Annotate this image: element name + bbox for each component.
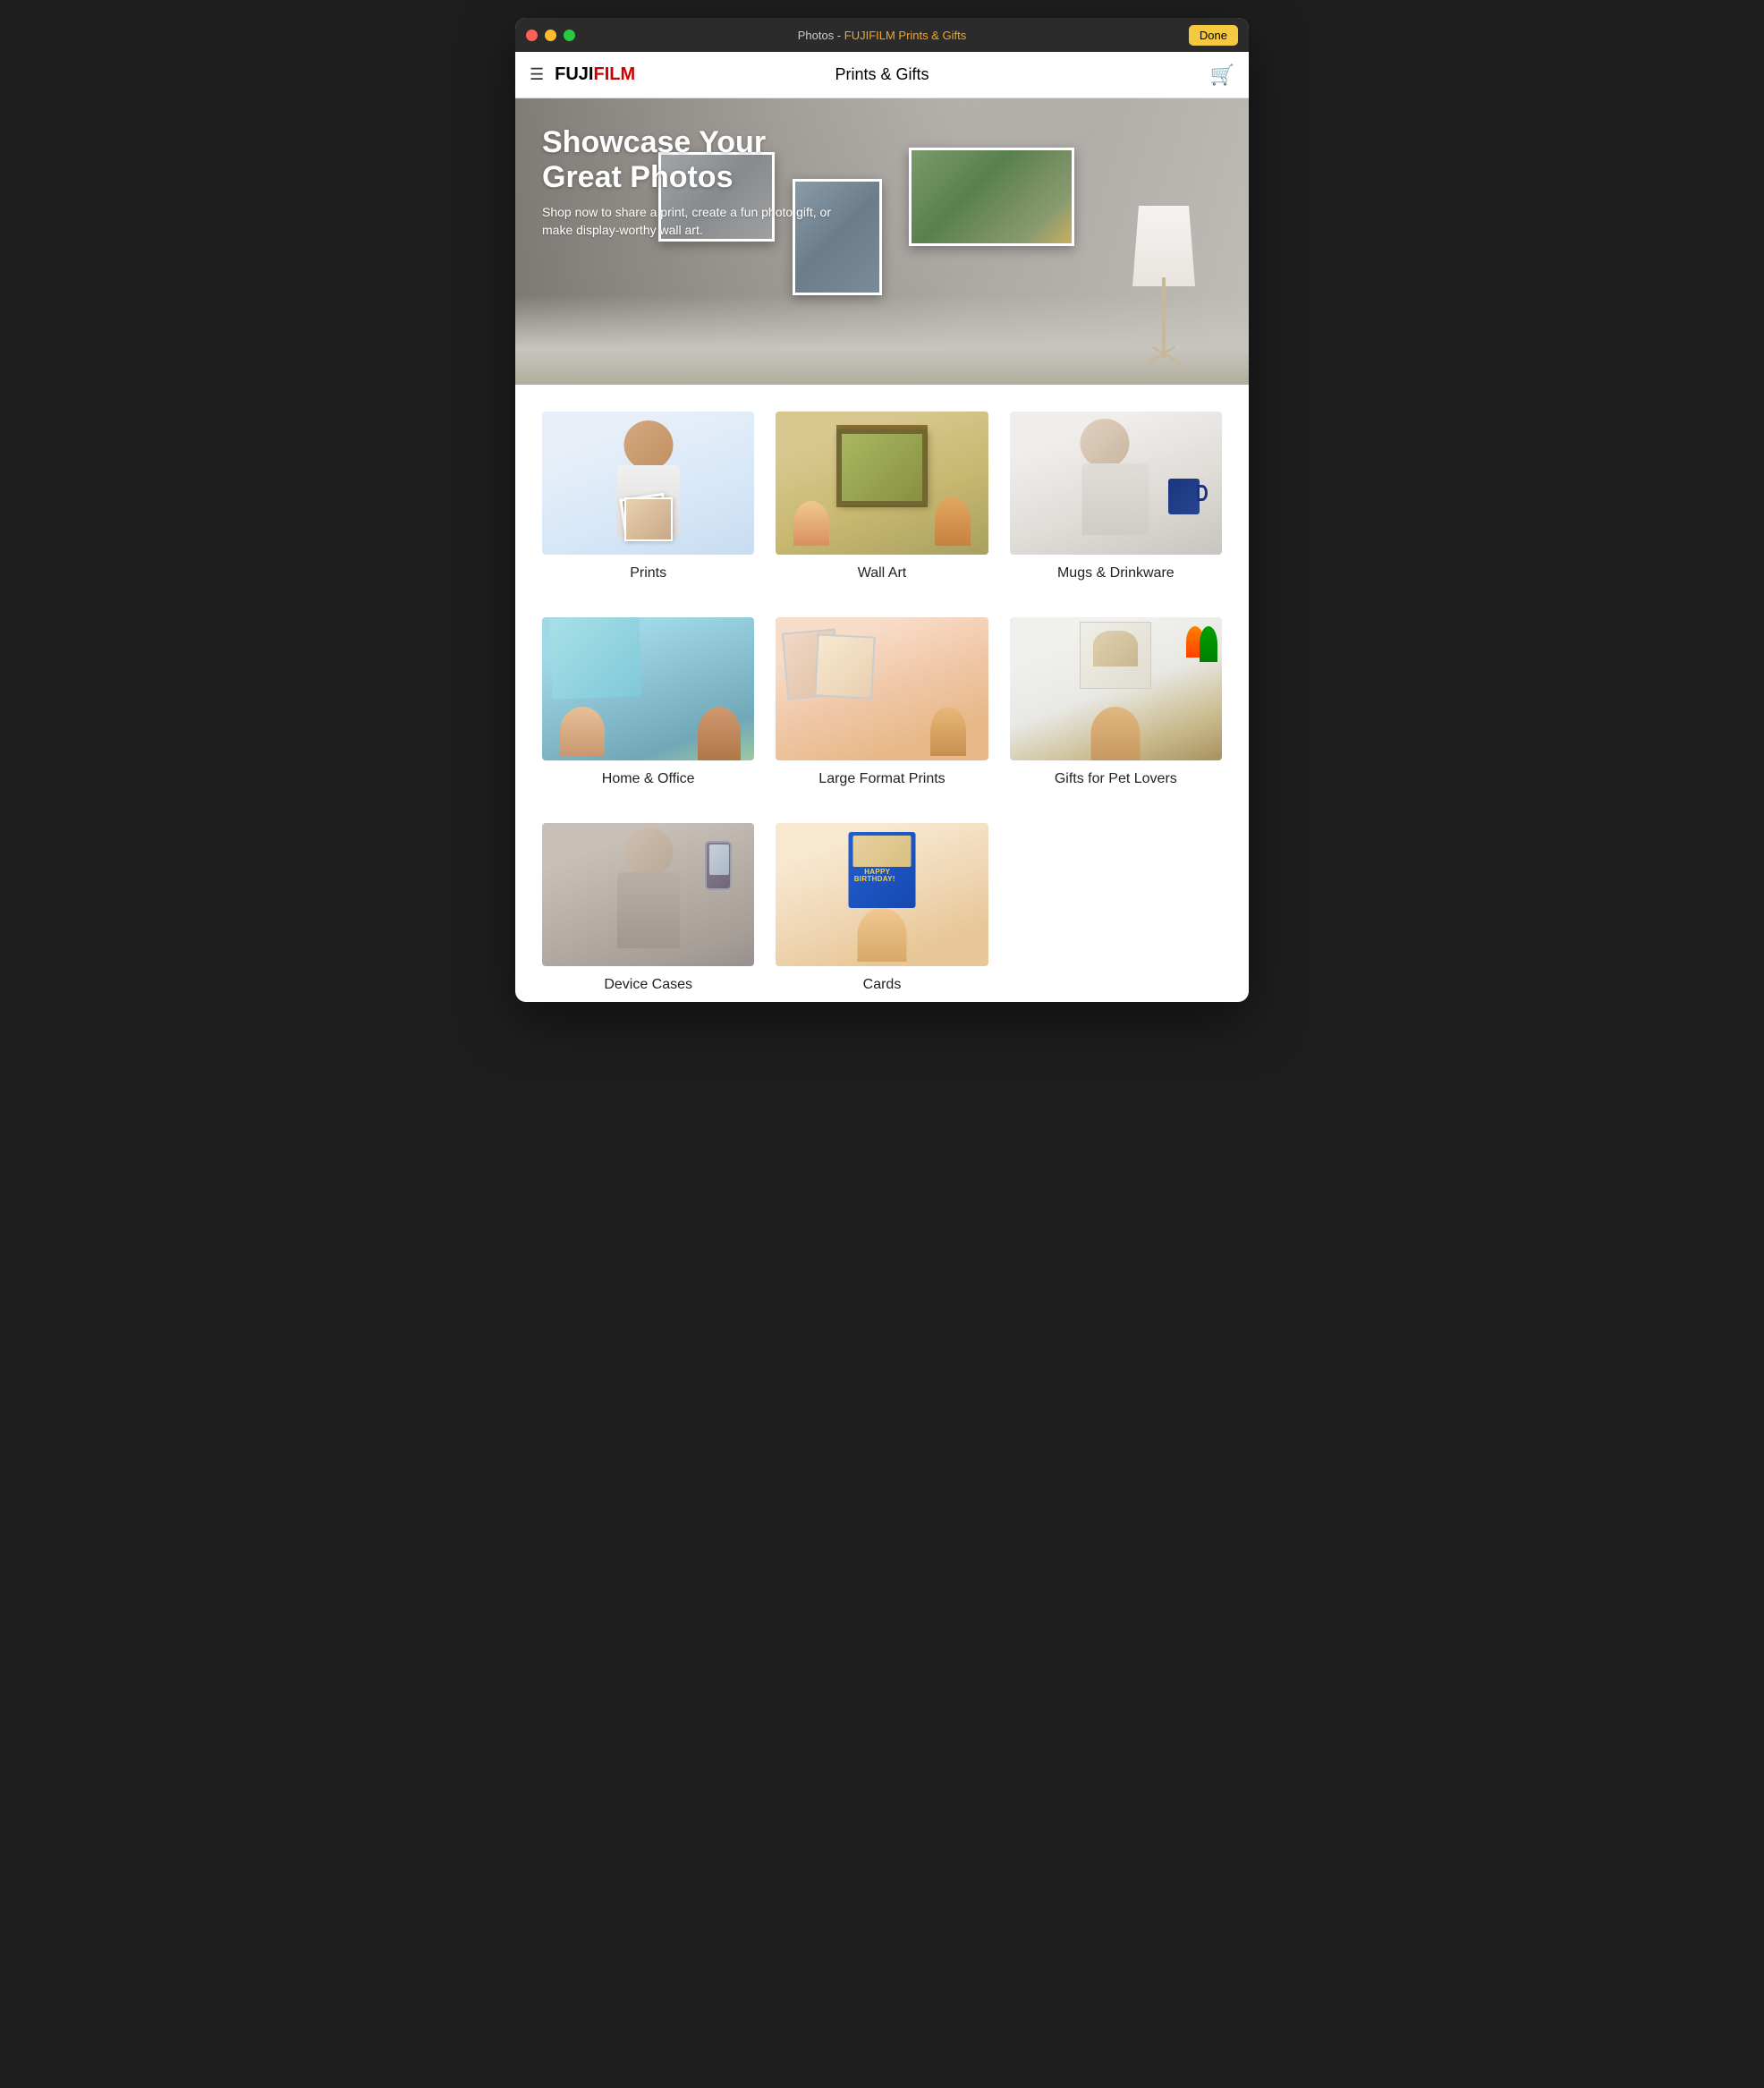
category-grid-row2: Home & Office Large Format Prints — [515, 590, 1249, 796]
category-item-prints[interactable]: Prints — [542, 412, 754, 581]
wallart-thumbnail — [776, 412, 988, 555]
category-item-devicecases[interactable]: Device Cases — [542, 823, 754, 993]
nav-bar: ☰ FUJIFILM Prints & Gifts 🛒 — [515, 52, 1249, 98]
fujifilm-logo: FUJIFILM — [555, 64, 635, 85]
category-item-largeformat[interactable]: Large Format Prints — [776, 617, 988, 787]
mugs-thumbnail — [1010, 412, 1222, 555]
largeformat-thumbnail — [776, 617, 988, 760]
category-item-wallart[interactable]: Wall Art — [776, 412, 988, 581]
category-image-petlovers — [1010, 617, 1222, 760]
title-bar: Photos - FUJIFILM Prints & Gifts Done — [515, 18, 1249, 52]
category-item-homeoffice[interactable]: Home & Office — [542, 617, 754, 787]
hero-photo-family — [909, 148, 1074, 246]
grid-spacer — [1010, 823, 1222, 993]
category-label-mugs: Mugs & Drinkware — [1057, 565, 1175, 581]
category-image-devicecases — [542, 823, 754, 966]
close-button[interactable] — [526, 30, 538, 41]
category-label-devicecases: Device Cases — [604, 977, 692, 993]
category-label-prints: Prints — [630, 565, 666, 581]
category-label-petlovers: Gifts for Pet Lovers — [1055, 771, 1177, 787]
hero-title: Showcase Your Great Photos — [542, 125, 846, 195]
category-image-prints — [542, 412, 754, 555]
maximize-button[interactable] — [564, 30, 575, 41]
category-label-wallart: Wall Art — [858, 565, 907, 581]
category-label-cards: Cards — [863, 977, 902, 993]
cart-icon[interactable]: 🛒 — [1210, 64, 1234, 87]
cards-thumbnail: HAPPY BIRTHDAY! — [776, 823, 988, 966]
category-item-mugs[interactable]: Mugs & Drinkware — [1010, 412, 1222, 581]
minimize-button[interactable] — [545, 30, 556, 41]
category-item-cards[interactable]: HAPPY BIRTHDAY! Cards — [776, 823, 988, 993]
prints-thumbnail — [542, 412, 754, 555]
category-label-largeformat: Large Format Prints — [818, 771, 945, 787]
hero-content: Showcase Your Great Photos Shop now to s… — [542, 125, 846, 239]
hero-banner: Showcase Your Great Photos Shop now to s… — [515, 98, 1249, 385]
app-window: Photos - FUJIFILM Prints & Gifts Done ☰ … — [515, 18, 1249, 1002]
petlovers-thumbnail — [1010, 617, 1222, 760]
window-title: Photos - FUJIFILM Prints & Gifts — [798, 29, 967, 42]
category-image-largeformat — [776, 617, 988, 760]
lamp-base-right — [1152, 345, 1181, 363]
category-grid-row3: Device Cases HAPPY BIRTHDAY! Cards — [515, 796, 1249, 1002]
category-image-homeoffice — [542, 617, 754, 760]
menu-icon[interactable]: ☰ — [530, 65, 544, 84]
hero-lamp-decoration — [1132, 206, 1195, 385]
category-item-petlovers[interactable]: Gifts for Pet Lovers — [1010, 617, 1222, 787]
nav-title: Prints & Gifts — [835, 65, 929, 84]
category-image-wallart — [776, 412, 988, 555]
devicecases-thumbnail — [542, 823, 754, 966]
category-grid-row1: Prints Wall Art — [515, 385, 1249, 590]
category-image-mugs — [1010, 412, 1222, 555]
traffic-lights — [526, 30, 575, 41]
category-image-cards: HAPPY BIRTHDAY! — [776, 823, 988, 966]
hero-subtitle: Shop now to share a print, create a fun … — [542, 204, 846, 239]
done-button[interactable]: Done — [1189, 25, 1238, 46]
category-label-homeoffice: Home & Office — [602, 771, 695, 787]
lamp-shade — [1132, 206, 1195, 286]
homeoffice-thumbnail — [542, 617, 754, 760]
lamp-pole — [1162, 277, 1166, 358]
